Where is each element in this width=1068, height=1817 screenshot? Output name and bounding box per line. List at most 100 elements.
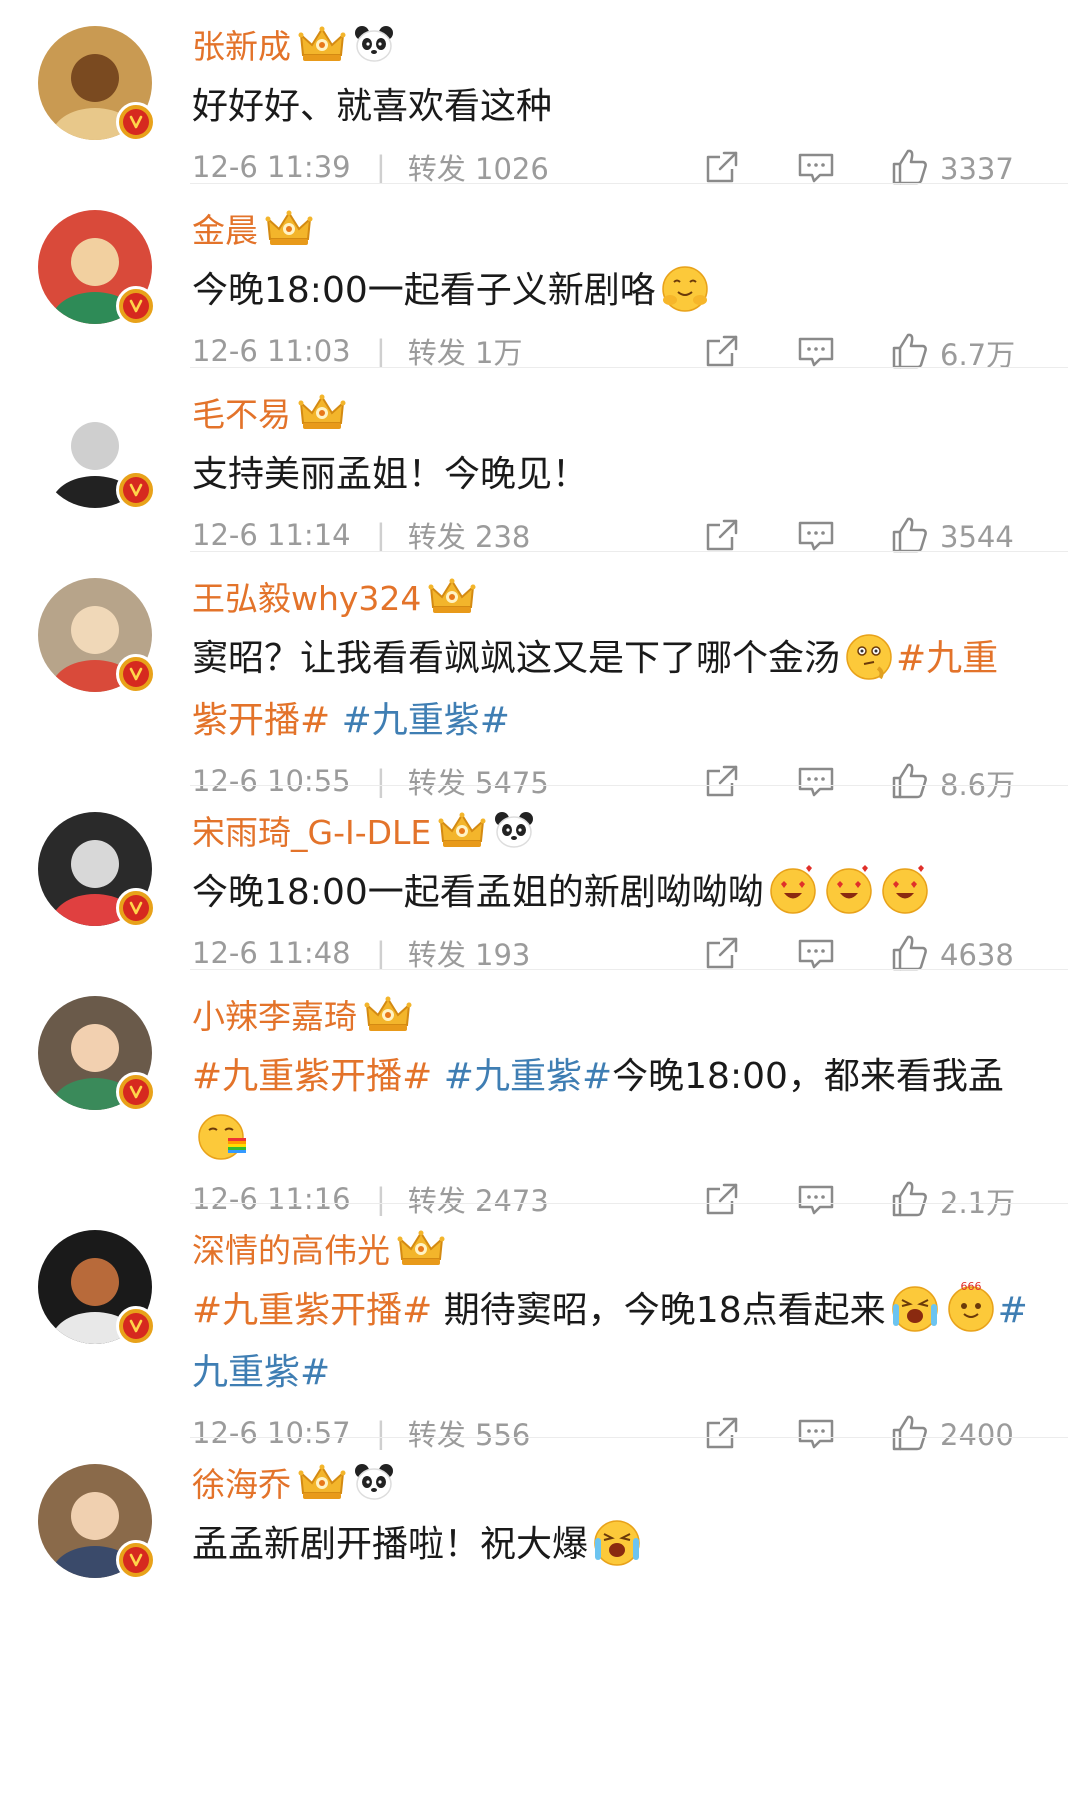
comment-item: 徐海乔孟孟新剧开播啦！祝大爆: [0, 1438, 1068, 1817]
repost-count: 转发 193: [407, 938, 531, 972]
name-line: 金晨: [192, 200, 314, 256]
meta-separator: |: [376, 518, 386, 552]
avatar[interactable]: [38, 26, 156, 142]
comment-item: 张新成 好好好、就喜欢看这种 12-6 11:39 | 转发 1026 3337: [0, 0, 1068, 186]
comment-text: 今晚18:00一起看子义新剧咯: [192, 260, 1032, 322]
vip-crown-icon: [396, 1227, 446, 1269]
name-line: 毛不易: [192, 384, 347, 440]
avatar[interactable]: [38, 996, 156, 1112]
verified-v-badge-icon: [116, 286, 156, 326]
user-name[interactable]: 宋雨琦_G-I-DLE: [192, 806, 431, 854]
user-name[interactable]: 金晨: [192, 204, 258, 252]
timestamp: 12-6 11:03: [192, 334, 351, 368]
name-line: 宋雨琦_G-I-DLE: [192, 802, 535, 858]
verified-v-mark-icon: [123, 895, 149, 921]
user-name[interactable]: 毛不易: [192, 388, 291, 436]
panda-icon: [353, 24, 395, 64]
like-count: 3337: [940, 152, 1014, 186]
user-name[interactable]: 深情的高伟光: [192, 1224, 390, 1272]
comment-text-span: 今晚18:00一起看孟姐的新剧呦呦呦: [192, 872, 764, 913]
svg-text:666: 666: [960, 1280, 981, 1293]
comment-text: 今晚18:00一起看孟姐的新剧呦呦呦: [192, 862, 1032, 924]
avatar[interactable]: [38, 1230, 156, 1346]
comment-text: #九重紫开播# 期待窦昭，今晚18点看起来 666 #九重紫#: [192, 1280, 1032, 1404]
comment-text: 孟孟新剧开播啦！祝大爆: [192, 1514, 1032, 1576]
user-name[interactable]: 小辣李嘉琦: [192, 990, 357, 1038]
name-line: 徐海乔: [192, 1454, 395, 1510]
verified-v-badge-icon: [116, 888, 156, 928]
verified-v-mark-icon: [123, 293, 149, 319]
panda-icon: [493, 810, 535, 850]
avatar[interactable]: [38, 1464, 156, 1580]
comment-text-span: [330, 700, 341, 741]
vip-crown-icon: [297, 23, 347, 65]
panda-icon: [353, 1462, 395, 1502]
comment-item: 毛不易支持美丽孟姐！今晚见！ 12-6 11:14 | 转发 238 3544: [0, 368, 1068, 554]
vip-crown-icon: [297, 1461, 347, 1503]
user-name[interactable]: 张新成: [192, 20, 291, 68]
verified-v-badge-icon: [116, 654, 156, 694]
comment-text: 好好好、就喜欢看这种: [192, 76, 1032, 138]
hashtag-link[interactable]: #九重紫开播#: [192, 1056, 432, 1097]
verified-v-mark-icon: [123, 477, 149, 503]
comment-text-span: 期待窦昭，今晚18点看起来: [432, 1290, 886, 1331]
comment-item: 金晨 今晚18:00一起看子义新剧咯 12-6 11:03 | 转发 1万 6.7万: [0, 184, 1068, 372]
verified-v-badge-icon: [116, 102, 156, 142]
excited-tears-emoji: [590, 1514, 644, 1568]
repost-count: 转发 238: [407, 520, 531, 554]
rainbow-puke-emoji: [194, 1108, 248, 1162]
verified-v-badge-icon: [116, 470, 156, 510]
verified-v-mark-icon: [123, 1313, 149, 1339]
heart-eyes-emoji: [878, 862, 932, 916]
comment-text-span: 好好好、就喜欢看这种: [192, 86, 553, 127]
hashtag-link[interactable]: #九重紫开播#: [192, 1290, 432, 1331]
like-count: 4638: [940, 938, 1014, 972]
repost-count: 转发 1026: [407, 152, 549, 186]
meta-separator: |: [376, 936, 386, 970]
heart-eyes-emoji: [766, 862, 820, 916]
excited-tears-emoji: [888, 1280, 942, 1334]
comment-text-span: 今晚18:00，都来看我孟: [612, 1056, 1004, 1097]
avatar[interactable]: [38, 812, 156, 928]
verified-v-mark-icon: [123, 1079, 149, 1105]
user-name[interactable]: 徐海乔: [192, 1458, 291, 1506]
timestamp: 12-6 11:48: [192, 936, 351, 970]
vip-crown-icon: [363, 993, 413, 1035]
comment-item: 王弘毅why324 窦昭？让我看看飒飒这又是下了哪个金汤 #九重紫开播# #九重紫#…: [0, 552, 1068, 802]
comment-item: 小辣李嘉琦 #九重紫开播# #九重紫#今晚18:00，都来看我孟 12-6 11:1…: [0, 970, 1068, 1220]
name-line: 张新成: [192, 16, 395, 72]
timestamp: 12-6 11:14: [192, 518, 351, 552]
avatar[interactable]: [38, 578, 156, 694]
comment-text: #九重紫开播# #九重紫#今晚18:00，都来看我孟: [192, 1046, 1032, 1170]
comment-item: 深情的高伟光 #九重紫开播# 期待窦昭，今晚18点看起来 666 #九重紫# 12-6 …: [0, 1204, 1068, 1452]
user-name[interactable]: 王弘毅why324: [192, 572, 421, 620]
name-line: 小辣李嘉琦: [192, 986, 413, 1042]
repost-count: 转发 1万: [407, 336, 523, 370]
smiling-hands-emoji: [658, 260, 712, 314]
avatar[interactable]: [38, 394, 156, 510]
avatar[interactable]: [38, 210, 156, 326]
vip-crown-icon: [427, 575, 477, 617]
666-emoji: 666: [944, 1280, 998, 1334]
name-line: 王弘毅why324: [192, 568, 477, 624]
comment-text-span: 窦昭？让我看看飒飒这又是下了哪个金汤: [192, 638, 841, 679]
vip-crown-icon: [264, 207, 314, 249]
comment-item: 宋雨琦_G-I-DLE 今晚18:00一起看孟姐的新剧呦呦呦 12-6 11:48 |…: [0, 786, 1068, 972]
verified-v-badge-icon: [116, 1306, 156, 1346]
verified-v-mark-icon: [123, 661, 149, 687]
hashtag-link[interactable]: #九重紫#: [342, 700, 510, 741]
verified-v-badge-icon: [116, 1072, 156, 1112]
comment-feed: 张新成 好好好、就喜欢看这种 12-6 11:39 | 转发 1026 3337 金晨 今晚1…: [0, 0, 1068, 1817]
comment-text: 支持美丽孟姐！今晚见！: [192, 444, 1032, 506]
verified-v-mark-icon: [123, 1547, 149, 1573]
comment-text-span: [432, 1056, 443, 1097]
meta-separator: |: [376, 150, 386, 184]
vip-crown-icon: [437, 809, 487, 851]
comment-text-span: 孟孟新剧开播啦！祝大爆: [192, 1524, 589, 1565]
meta-separator: |: [376, 334, 386, 368]
heart-eyes-emoji: [822, 862, 876, 916]
hashtag-link[interactable]: #九重紫#: [444, 1056, 612, 1097]
vip-crown-icon: [297, 391, 347, 433]
comment-text-span: 支持美丽孟姐！今晚见！: [192, 454, 589, 495]
like-count: 3544: [940, 520, 1014, 554]
